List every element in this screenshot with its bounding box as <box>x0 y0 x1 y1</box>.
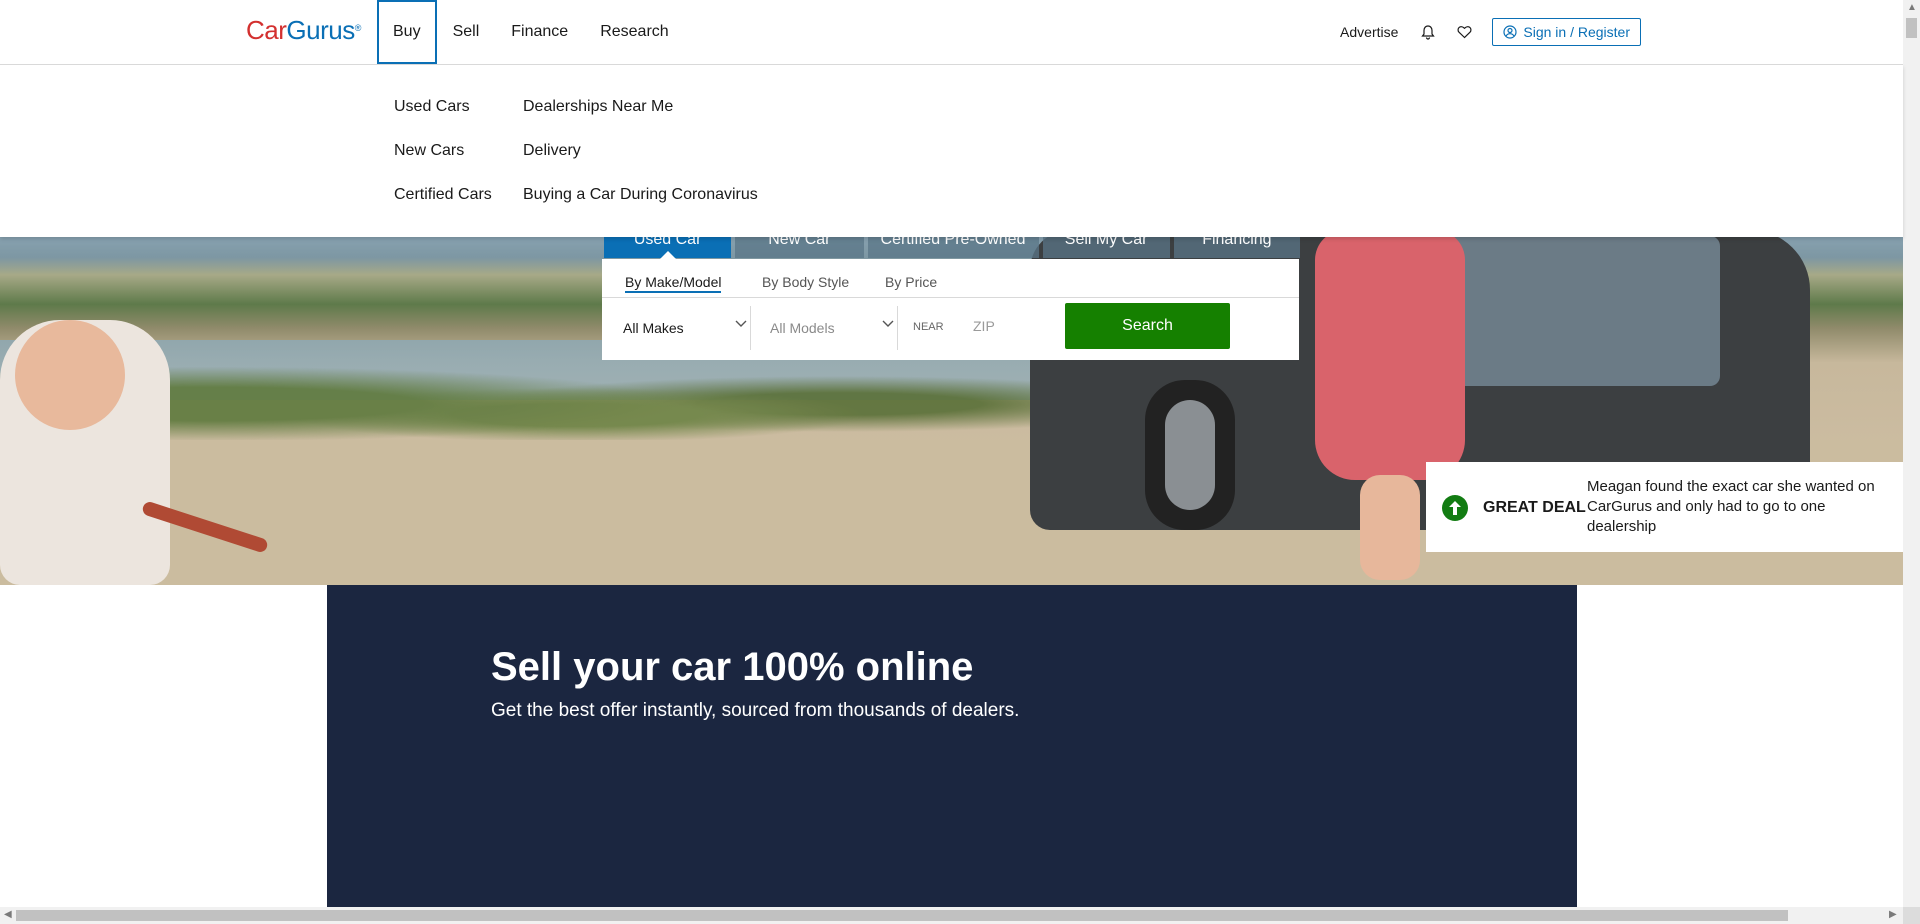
menu-new-cars[interactable]: New Cars <box>394 142 464 160</box>
vertical-scrollbar[interactable] <box>1903 0 1920 907</box>
hero-rim <box>1165 400 1215 510</box>
divider <box>897 306 898 350</box>
model-value: All Models <box>770 320 835 336</box>
logo-gurus: Gurus <box>286 15 355 45</box>
horizontal-scroll-thumb[interactable] <box>16 910 1788 921</box>
site-header: CarGurus® Buy Sell Finance Research Adve… <box>0 0 1903 65</box>
logo-car: Car <box>246 15 287 45</box>
scroll-right-arrow-icon[interactable]: ▶ <box>1889 909 1897 920</box>
cargurus-logo[interactable]: CarGurus® <box>246 14 361 46</box>
header-actions: Advertise Sign in / Register <box>1340 0 1641 64</box>
near-label: NEAR <box>913 321 944 333</box>
make-select[interactable]: All Makes <box>623 305 747 351</box>
divider <box>750 306 751 350</box>
user-circle-icon <box>1503 25 1517 39</box>
scroll-up-arrow-icon[interactable]: ▲ <box>1907 2 1917 13</box>
hero-legs <box>1360 475 1420 580</box>
heart-icon[interactable] <box>1456 24 1472 40</box>
menu-used-cars[interactable]: Used Cars <box>394 98 470 116</box>
chevron-down-icon <box>735 320 747 327</box>
search-subtabs: By Make/Model By Body Style By Price <box>602 259 1299 298</box>
subtab-body-style[interactable]: By Body Style <box>762 274 849 290</box>
advertise-link[interactable]: Advertise <box>1340 24 1398 40</box>
nav-finance[interactable]: Finance <box>495 0 584 62</box>
subtab-price[interactable]: By Price <box>885 274 937 290</box>
hero-car-window <box>1430 236 1720 386</box>
testimonial-text: Meagan found the exact car she wanted on… <box>1587 478 1875 535</box>
sell-section: Sell your car 100% online Get the best o… <box>327 585 1577 907</box>
vertical-scroll-thumb[interactable] <box>1906 18 1917 38</box>
signin-button[interactable]: Sign in / Register <box>1492 18 1641 46</box>
make-value: All Makes <box>623 320 684 336</box>
menu-certified-cars[interactable]: Certified Cars <box>394 186 492 204</box>
nav-buy[interactable]: Buy <box>377 0 437 64</box>
nav-sell[interactable]: Sell <box>437 0 496 62</box>
logo-registered: ® <box>354 23 362 33</box>
bell-icon[interactable] <box>1420 24 1436 40</box>
great-deal-arrow-icon <box>1442 495 1468 521</box>
menu-delivery[interactable]: Delivery <box>523 142 581 160</box>
zip-input[interactable]: ZIP <box>973 318 995 334</box>
hero-child-head <box>15 320 125 430</box>
sell-title: Sell your car 100% online <box>491 645 974 689</box>
active-tab-pointer <box>660 251 676 259</box>
testimonial-card: GREAT DEAL Meagan found the exact car sh… <box>1426 462 1903 552</box>
model-select[interactable]: All Models <box>770 305 894 351</box>
main-nav: Buy Sell Finance Research <box>377 0 685 64</box>
subtab-make-model[interactable]: By Make/Model <box>625 274 722 293</box>
scrollbar-corner <box>1903 907 1920 924</box>
search-panel: By Make/Model By Body Style By Price All… <box>602 259 1299 360</box>
chevron-down-icon <box>882 320 894 327</box>
hero-woman <box>1315 230 1465 480</box>
search-button[interactable]: Search <box>1065 303 1230 349</box>
great-deal-label: GREAT DEAL <box>1483 499 1586 516</box>
signin-label: Sign in / Register <box>1523 24 1630 40</box>
scroll-left-arrow-icon[interactable]: ◀ <box>4 909 12 920</box>
sell-subtitle: Get the best offer instantly, sourced fr… <box>491 700 1020 721</box>
menu-buying-during-coronavirus[interactable]: Buying a Car During Coronavirus <box>523 186 758 204</box>
nav-research[interactable]: Research <box>584 0 684 62</box>
menu-dealerships-near-me[interactable]: Dealerships Near Me <box>523 98 673 116</box>
buy-dropdown-menu: Used Cars New Cars Certified Cars Dealer… <box>0 65 1903 237</box>
